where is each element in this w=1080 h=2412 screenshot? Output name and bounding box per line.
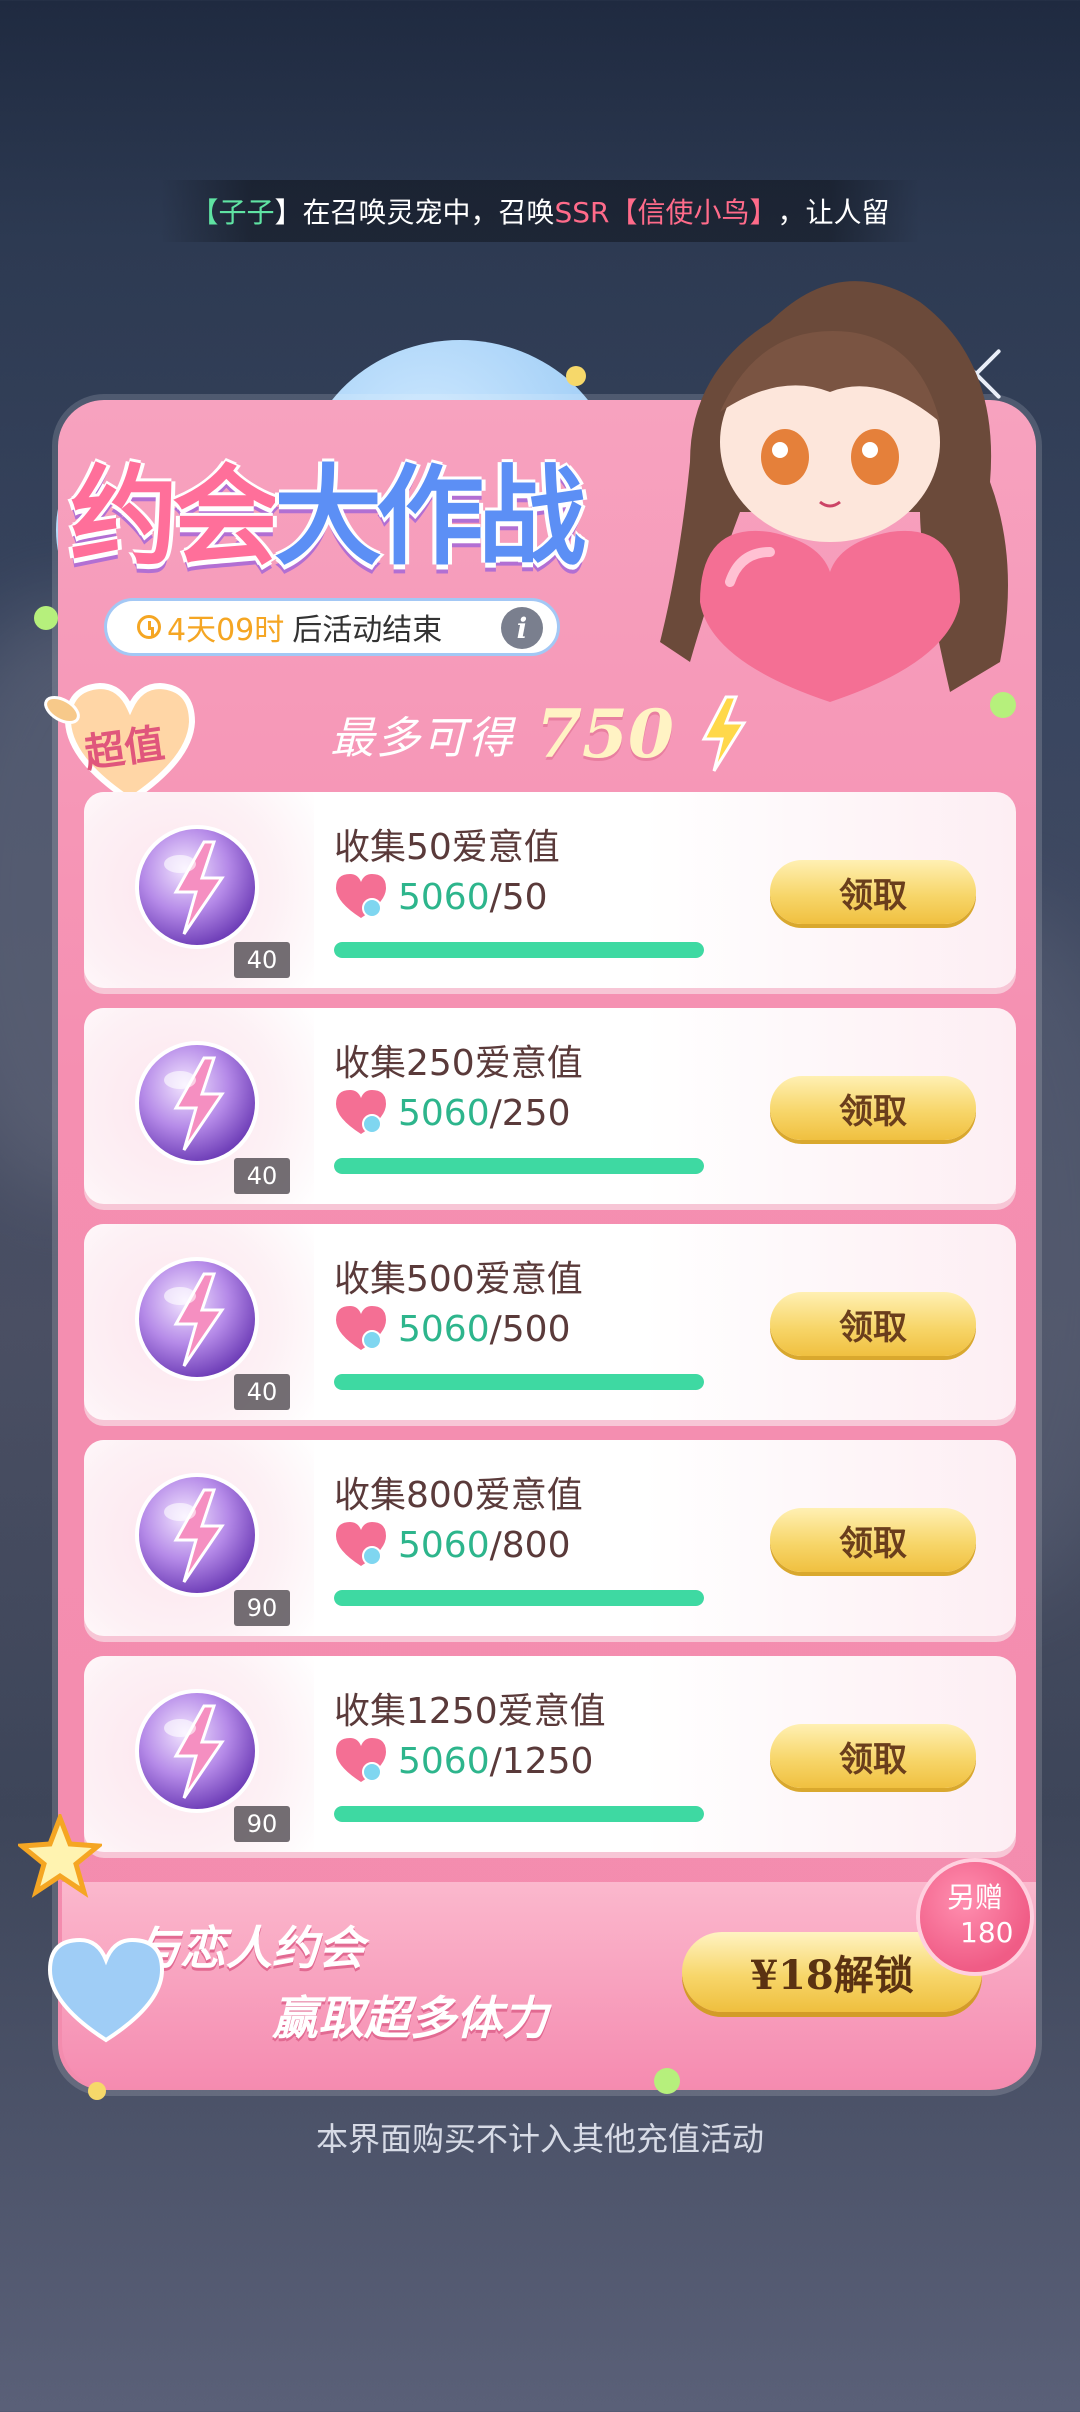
progress-current: 5060 bbox=[398, 1740, 490, 1782]
max-reward-strip: 最多可得 750 bbox=[70, 690, 1010, 778]
reward-title: 收集1250爱意值 bbox=[334, 1691, 606, 1732]
progress-bar-fill bbox=[334, 942, 704, 958]
progress-text: 5060/500 bbox=[334, 1304, 570, 1354]
claim-button[interactable]: 领取 bbox=[770, 860, 976, 924]
claim-button[interactable]: 领取 bbox=[770, 1076, 976, 1140]
event-title-pink: 约会 bbox=[70, 454, 280, 580]
reward-count: 90 bbox=[234, 1590, 290, 1626]
reward-title: 收集250爱意值 bbox=[334, 1043, 583, 1084]
dot-decoration bbox=[654, 2068, 680, 2094]
claim-button[interactable]: 领取 bbox=[770, 1724, 976, 1788]
progress-current: 5060 bbox=[398, 876, 490, 918]
progress-target: /50 bbox=[489, 876, 548, 918]
love-heart-icon bbox=[336, 1090, 386, 1134]
marquee-item: SSR【信使小鸟】 bbox=[554, 196, 778, 229]
energy-bolt-icon bbox=[701, 695, 747, 772]
reward-row: 90 收集800爱意值 5060/800 领取 bbox=[84, 1440, 1016, 1636]
energy-orb-icon bbox=[135, 1473, 259, 1597]
reward-row: 90 收集1250爱意值 5060/1250 领取 bbox=[84, 1656, 1016, 1852]
reward-row: 40 收集250爱意值 5060/250 领取 bbox=[84, 1008, 1016, 1204]
reward-title: 收集50爱意值 bbox=[334, 827, 560, 868]
reward-row: 40 收集50爱意值 5060/50 领取 bbox=[84, 792, 1016, 988]
reward-list: 40 收集50爱意值 5060/50 领取 40 收集250爱意值 5060/2… bbox=[84, 792, 1016, 1872]
event-timer: 4天09时 后活动结束 i bbox=[104, 598, 560, 656]
info-icon[interactable]: i bbox=[501, 607, 543, 649]
banner-line2: 赢取超多体力 bbox=[272, 1991, 548, 2045]
progress-bar bbox=[334, 1158, 704, 1174]
event-title: 约会大作战 bbox=[70, 430, 586, 586]
clock-icon bbox=[137, 615, 161, 639]
max-reward-label: 最多可得 bbox=[330, 713, 515, 764]
bonus-badge: 另赠 180 bbox=[920, 1862, 1030, 1972]
character-illustration bbox=[660, 281, 1008, 702]
event-title-blue: 大作战 bbox=[274, 454, 586, 580]
progress-current: 5060 bbox=[398, 1092, 490, 1134]
progress-bar-fill bbox=[334, 1806, 704, 1822]
dot-decoration bbox=[990, 692, 1016, 718]
marquee-mid: 】在召唤灵宠中，召唤 bbox=[274, 196, 555, 229]
energy-orb-icon bbox=[135, 825, 259, 949]
progress-target: /250 bbox=[489, 1092, 571, 1134]
star-decoration-icon bbox=[18, 1814, 102, 1898]
reward-title: 收集800爱意值 bbox=[334, 1475, 583, 1516]
progress-current: 5060 bbox=[398, 1308, 490, 1350]
reward-count: 40 bbox=[234, 942, 290, 978]
progress-target: /800 bbox=[489, 1524, 571, 1566]
love-heart-icon bbox=[336, 1522, 386, 1566]
claim-button[interactable]: 领取 bbox=[770, 1508, 976, 1572]
footer-note: 本界面购买不计入其他充值活动 bbox=[315, 2120, 764, 2158]
broadcast-marquee: 【 子子 】在召唤灵宠中，召唤 SSR【信使小鸟】 ，让人留 bbox=[160, 180, 920, 242]
progress-bar-fill bbox=[334, 1374, 704, 1390]
progress-target: /1250 bbox=[489, 1740, 594, 1782]
timer-suffix: 后活动结束 bbox=[292, 613, 443, 648]
reward-row: 40 收集500爱意值 5060/500 领取 bbox=[84, 1224, 1016, 1420]
reward-count: 40 bbox=[234, 1158, 290, 1194]
claim-button[interactable]: 领取 bbox=[770, 1292, 976, 1356]
marquee-suffix: ，让人留 bbox=[777, 196, 890, 229]
reward-count: 40 bbox=[234, 1374, 290, 1410]
progress-bar bbox=[334, 1806, 704, 1822]
energy-orb-icon bbox=[135, 1689, 259, 1813]
bonus-label: 另赠 bbox=[946, 1881, 1003, 1914]
banner-line1: 与恋人约会 bbox=[134, 1921, 364, 1975]
progress-bar bbox=[334, 1590, 704, 1606]
energy-orb-icon bbox=[135, 1041, 259, 1165]
reward-count: 90 bbox=[234, 1806, 290, 1842]
blue-heart-decoration-icon bbox=[47, 1937, 165, 2043]
love-heart-icon bbox=[336, 874, 386, 918]
energy-orb-icon bbox=[135, 1257, 259, 1381]
marquee-prefix: 【 bbox=[190, 196, 219, 229]
timer-value: 4天09时 bbox=[167, 613, 285, 648]
dot-decoration bbox=[566, 366, 586, 386]
progress-bar-fill bbox=[334, 1158, 704, 1174]
progress-bar bbox=[334, 942, 704, 958]
love-heart-icon bbox=[336, 1738, 386, 1782]
love-heart-icon bbox=[336, 1306, 386, 1350]
progress-text: 5060/250 bbox=[334, 1088, 570, 1138]
max-reward-value: 750 bbox=[536, 695, 674, 773]
progress-bar-fill bbox=[334, 1590, 704, 1606]
marquee-user: 子子 bbox=[218, 196, 275, 229]
bonus-value: 180 bbox=[960, 1916, 1014, 1949]
progress-target: /500 bbox=[489, 1308, 571, 1350]
progress-text: 5060/800 bbox=[334, 1520, 570, 1570]
reward-title: 收集500爱意值 bbox=[334, 1259, 583, 1300]
progress-bar bbox=[334, 1374, 704, 1390]
progress-text: 5060/50 bbox=[334, 872, 548, 922]
progress-text: 5060/1250 bbox=[334, 1736, 593, 1786]
dot-decoration bbox=[88, 2082, 106, 2100]
progress-current: 5060 bbox=[398, 1524, 490, 1566]
dot-decoration bbox=[34, 606, 58, 630]
unlock-banner: 与恋人约会 赢取超多体力 ¥18解锁 bbox=[62, 1882, 1036, 2088]
